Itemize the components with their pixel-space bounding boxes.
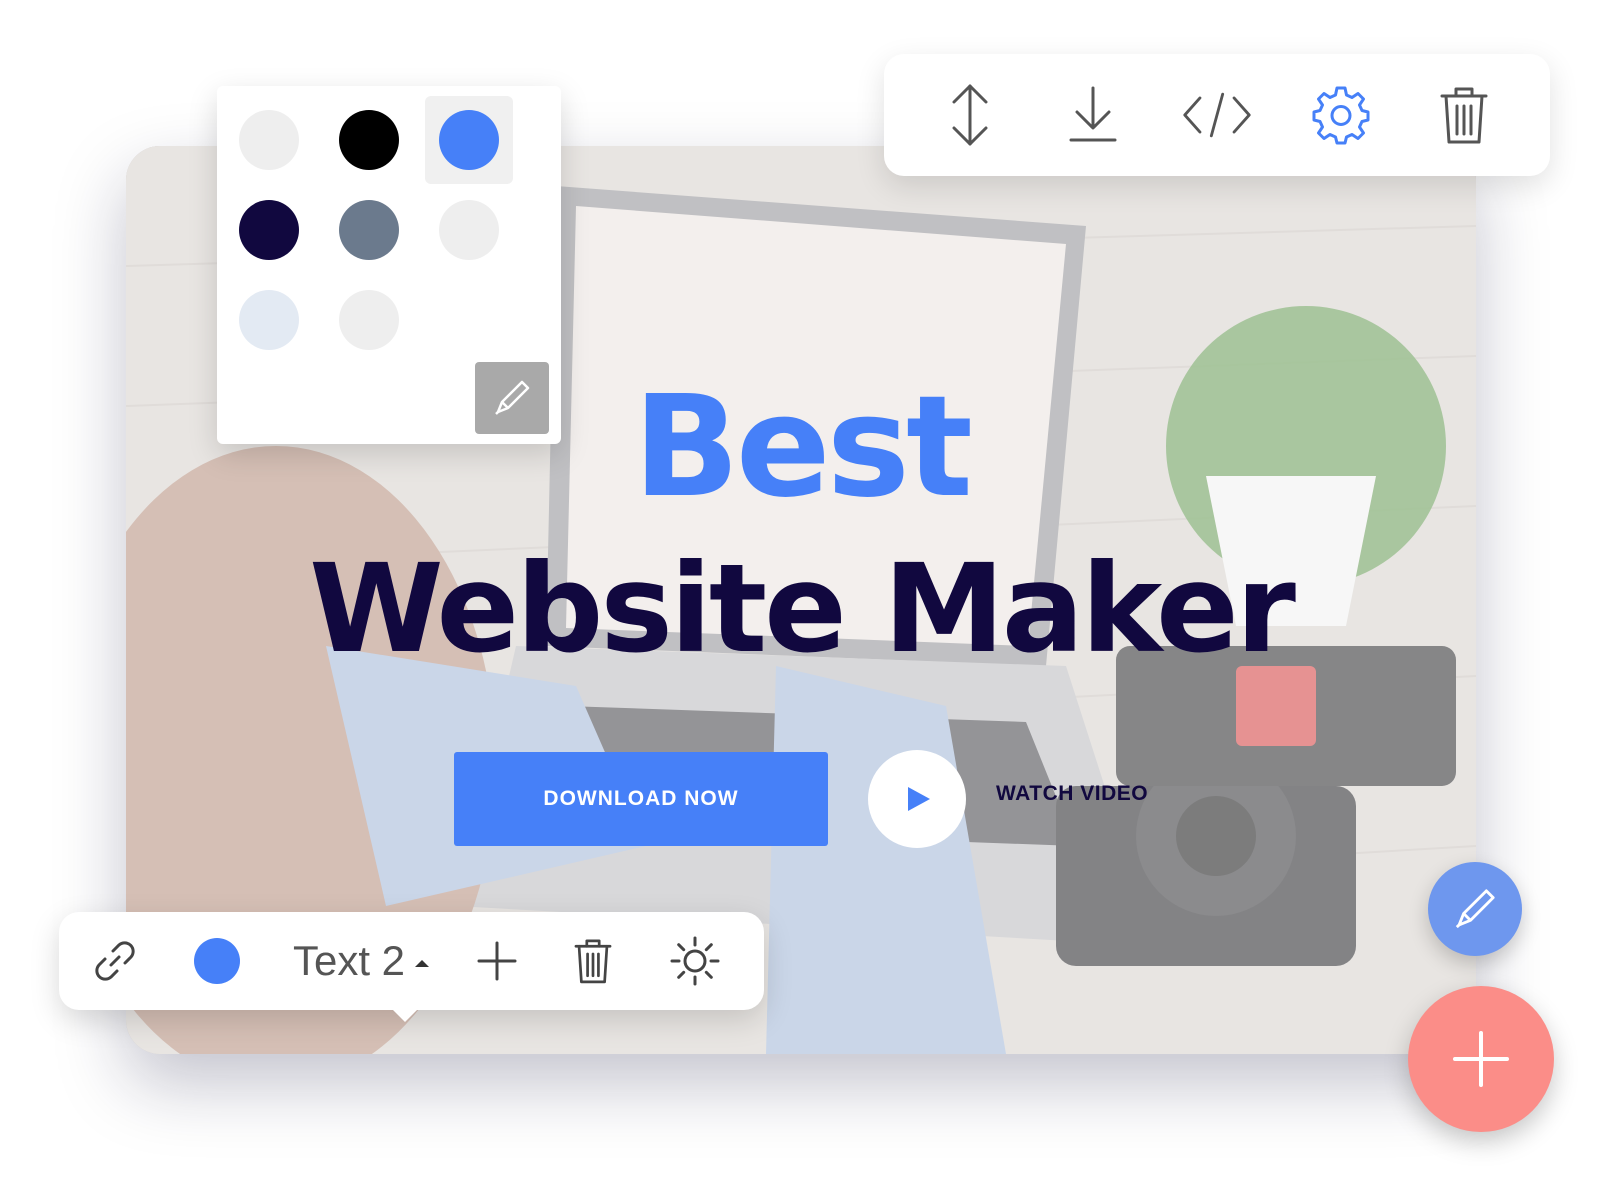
- color-swatch-dot: [339, 200, 399, 260]
- color-swatch-option[interactable]: [225, 96, 313, 184]
- link-icon: [95, 941, 135, 981]
- download-button[interactable]: [1057, 79, 1129, 151]
- color-swatch-dot: [239, 200, 299, 260]
- add-block-fab-button[interactable]: [1408, 986, 1554, 1132]
- brightness-button[interactable]: [663, 926, 727, 996]
- color-swatch-option[interactable]: [325, 276, 413, 364]
- download-now-button[interactable]: DOWNLOAD NOW: [454, 752, 828, 846]
- caret-up-icon: [415, 959, 430, 967]
- resize-vertical-icon: [952, 84, 988, 146]
- toolbar-pointer: [389, 1006, 421, 1022]
- color-swatch-option[interactable]: [425, 96, 513, 184]
- gear-icon: [1312, 86, 1370, 145]
- color-swatch-dot: [339, 290, 399, 350]
- custom-color-button[interactable]: [475, 362, 549, 434]
- watch-video-link[interactable]: WATCH VIDEO: [996, 782, 1148, 806]
- add-element-button[interactable]: [467, 926, 527, 996]
- color-swatch-option[interactable]: [425, 186, 513, 274]
- play-icon: [908, 787, 930, 811]
- plus-icon: [1453, 1031, 1509, 1087]
- text-toolbar: Text 2: [59, 912, 764, 1022]
- color-swatch-dot: [339, 110, 399, 170]
- code-button[interactable]: [1181, 79, 1253, 151]
- edit-fab-button[interactable]: [1428, 862, 1522, 956]
- color-swatch-dot: [439, 200, 499, 260]
- color-swatch-dot: [239, 290, 299, 350]
- color-swatch-option[interactable]: [325, 186, 413, 274]
- play-video-button[interactable]: [868, 750, 966, 848]
- pencil-icon: [1455, 889, 1495, 929]
- delete-block-button[interactable]: [1428, 79, 1500, 151]
- sun-icon: [670, 936, 720, 986]
- link-button[interactable]: [85, 926, 145, 996]
- trash-icon: [574, 939, 612, 984]
- block-toolbar: [884, 54, 1550, 176]
- text-style-select[interactable]: Text 2: [281, 926, 441, 996]
- color-swatch-dot: [439, 110, 499, 170]
- plus-icon: [477, 941, 517, 981]
- text-color-swatch: [194, 938, 240, 984]
- text-color-button[interactable]: [187, 926, 247, 996]
- code-icon: [1183, 92, 1251, 138]
- color-swatch-dot: [239, 110, 299, 170]
- text-style-label: Text 2: [292, 937, 406, 984]
- download-icon: [1069, 86, 1117, 142]
- pencil-icon: [495, 380, 530, 415]
- color-swatch-option[interactable]: [325, 96, 413, 184]
- trash-icon: [1440, 87, 1488, 144]
- color-swatch-option[interactable]: [225, 276, 313, 364]
- delete-text-button[interactable]: [563, 926, 623, 996]
- color-picker: [217, 86, 561, 444]
- color-swatch-option[interactable]: [225, 186, 313, 274]
- settings-button[interactable]: [1305, 79, 1377, 151]
- hero-title[interactable]: Website Maker: [126, 548, 1476, 670]
- move-block-button[interactable]: [934, 79, 1006, 151]
